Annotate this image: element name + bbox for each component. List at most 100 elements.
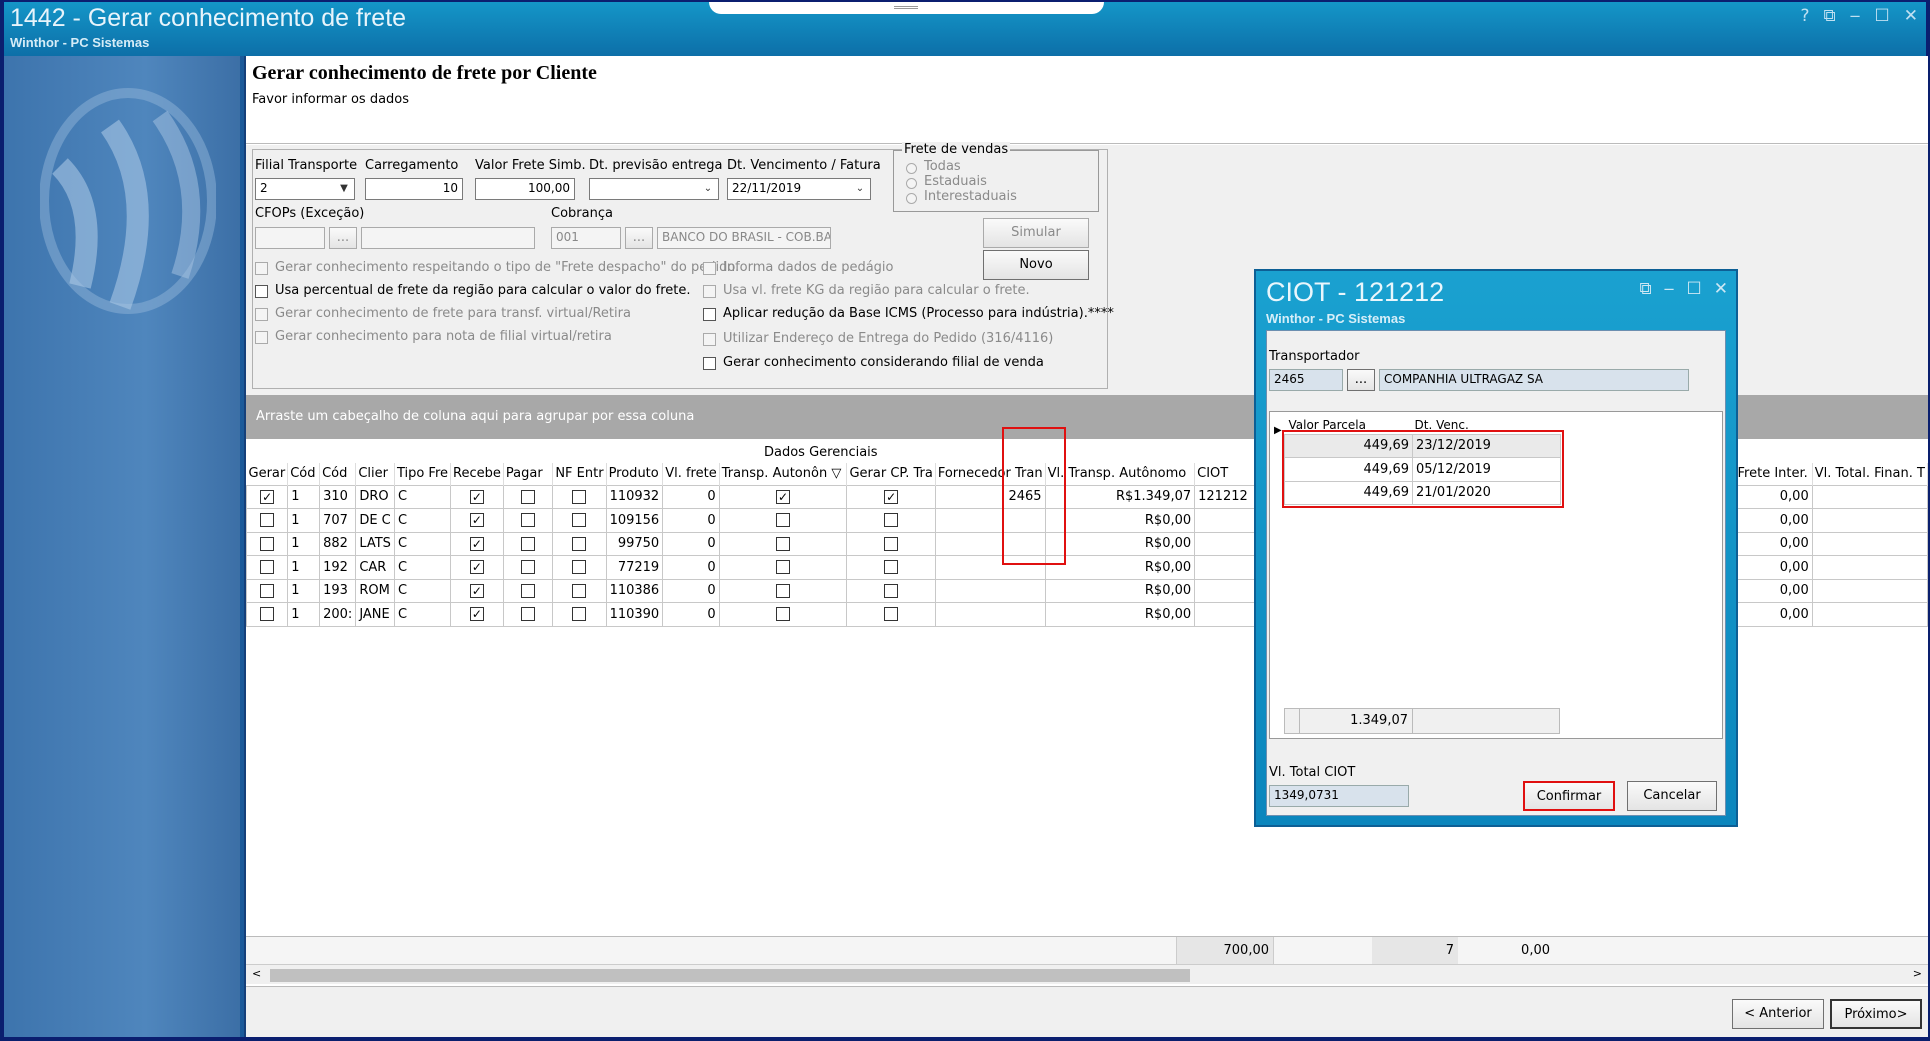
cancelar-button[interactable]: Cancelar xyxy=(1627,781,1717,811)
cobranca-code-input[interactable]: 001 xyxy=(551,227,621,249)
scroll-right-icon[interactable]: > xyxy=(1913,967,1922,980)
maximize-icon[interactable]: ☐ xyxy=(1687,279,1702,299)
dt-venc-picker[interactable]: 22/11/2019 ⌄ xyxy=(727,178,871,200)
nf-entrada-checkbox[interactable] xyxy=(572,607,587,622)
minimize-icon[interactable]: ‒ xyxy=(1664,279,1675,299)
pagar-checkbox[interactable] xyxy=(521,560,536,575)
cell-vl-frete[interactable]: 0 xyxy=(662,602,720,627)
cobranca-search-button[interactable]: ... xyxy=(625,227,653,249)
pagar-checkbox[interactable] xyxy=(521,583,536,598)
novo-button[interactable]: Novo xyxy=(983,250,1089,280)
col-gerar-cp[interactable]: Gerar CP. Tra xyxy=(846,463,936,485)
cell-cliente[interactable]: JANE xyxy=(355,602,395,627)
check-reducao-icms[interactable] xyxy=(703,308,716,321)
cell-vl-total-finan[interactable] xyxy=(1811,531,1929,556)
cell-produto[interactable]: 99750 xyxy=(605,531,664,556)
carregamento-input[interactable]: 10 xyxy=(365,178,463,200)
cell-cod1[interactable]: 1 xyxy=(287,602,321,627)
cell-vl-frete[interactable]: 0 xyxy=(662,555,720,580)
drag-handle[interactable] xyxy=(709,2,1104,14)
minimize-icon[interactable]: ‒ xyxy=(1850,6,1861,26)
cell-fornecedor[interactable] xyxy=(934,578,1046,603)
cell-vl-total-finan[interactable] xyxy=(1811,484,1929,509)
transp-autonomo-checkbox[interactable] xyxy=(776,560,791,575)
close-icon[interactable]: ✕ xyxy=(1714,279,1728,299)
radio-todas[interactable] xyxy=(906,163,917,174)
nf-entrada-checkbox[interactable] xyxy=(572,560,587,575)
cell-cliente[interactable]: LATS xyxy=(355,531,395,556)
horizontal-scrollbar[interactable]: < > xyxy=(246,964,1928,984)
previous-button[interactable]: < Anterior xyxy=(1732,999,1824,1029)
cell-tipo-frete[interactable]: C xyxy=(393,555,452,580)
gerar-checkbox[interactable] xyxy=(260,583,275,598)
cell-cliente[interactable]: CAR xyxy=(355,555,395,580)
filial-select[interactable]: 2 ▼ xyxy=(255,178,355,200)
check-filial-venda[interactable] xyxy=(703,357,716,370)
col-produto[interactable]: Produto xyxy=(606,463,664,485)
col-cod1[interactable]: Cód xyxy=(287,463,321,485)
check-pedagio[interactable] xyxy=(703,262,716,275)
dt-previsao-picker[interactable]: ⌄ xyxy=(589,178,719,200)
gerar-cp-checkbox[interactable]: ✓ xyxy=(884,489,899,504)
gerar-cp-checkbox[interactable] xyxy=(884,536,899,551)
cell-cod2[interactable]: 200: xyxy=(319,602,357,627)
gerar-checkbox[interactable] xyxy=(260,513,275,528)
cell-vl-transp[interactable]: R$0,00 xyxy=(1044,508,1196,533)
confirmar-button[interactable]: Confirmar xyxy=(1523,781,1615,811)
gerar-checkbox[interactable] xyxy=(260,536,275,551)
cell-cliente[interactable]: DE C xyxy=(355,508,395,533)
col-tipo-frete[interactable]: Tipo Fre xyxy=(394,463,452,485)
cell-cod1[interactable]: 1 xyxy=(287,484,321,509)
pagar-checkbox[interactable] xyxy=(521,536,536,551)
transportador-search-button[interactable]: ... xyxy=(1347,369,1375,391)
nf-entrada-checkbox[interactable] xyxy=(572,489,587,504)
total-ciot-value[interactable]: 1349,0731 xyxy=(1269,785,1409,807)
transp-autonomo-checkbox[interactable] xyxy=(776,536,791,551)
cell-produto[interactable]: 77219 xyxy=(605,555,664,580)
simular-button[interactable]: Simular xyxy=(983,218,1089,248)
radio-estaduais[interactable] xyxy=(906,178,917,189)
col-vl-frete[interactable]: Vl. frete xyxy=(662,463,720,485)
scroll-left-icon[interactable]: < xyxy=(252,967,261,980)
col-nf-entrada[interactable]: NF Entr xyxy=(552,463,607,485)
gerar-cp-checkbox[interactable] xyxy=(884,513,899,528)
cell-tipo-frete[interactable]: C xyxy=(393,578,452,603)
check-percentual-regiao[interactable] xyxy=(255,285,268,298)
check-endereco-entrega[interactable] xyxy=(703,333,716,346)
cell-vl-total-finan[interactable] xyxy=(1811,555,1929,580)
gerar-cp-checkbox[interactable] xyxy=(884,607,899,622)
gerar-cp-checkbox[interactable] xyxy=(884,560,899,575)
cell-tipo-frete[interactable]: C xyxy=(393,508,452,533)
col-vl-total-finan[interactable]: Vl. Total. Finan. T xyxy=(1812,463,1929,485)
scroll-thumb[interactable] xyxy=(270,969,1190,982)
col-pagar[interactable]: Pagar xyxy=(503,463,554,485)
cell-cliente[interactable]: DRO xyxy=(355,484,395,509)
cell-vl-frete[interactable]: 0 xyxy=(662,508,720,533)
check-transf-virtual[interactable] xyxy=(255,308,268,321)
cell-vl-transp[interactable]: R$0,00 xyxy=(1044,578,1196,603)
restore-icon[interactable]: ⧉ xyxy=(1824,6,1836,26)
transp-autonomo-checkbox[interactable] xyxy=(776,583,791,598)
close-icon[interactable]: ✕ xyxy=(1904,6,1918,26)
cell-tipo-frete[interactable]: C xyxy=(393,484,452,509)
cell-vl-total-finan[interactable] xyxy=(1811,602,1929,627)
next-button[interactable]: Próximo> xyxy=(1830,999,1922,1029)
cell-vl-total-finan[interactable] xyxy=(1811,578,1929,603)
cfops-search-button[interactable]: ... xyxy=(329,227,357,249)
transp-autonomo-checkbox[interactable] xyxy=(776,607,791,622)
recebe-checkbox[interactable]: ✓ xyxy=(469,560,484,575)
cell-fornecedor[interactable] xyxy=(934,602,1046,627)
cell-vl-transp[interactable]: R$0,00 xyxy=(1044,555,1196,580)
cfops-desc-input[interactable] xyxy=(361,227,535,249)
gerar-checkbox[interactable] xyxy=(260,607,275,622)
cell-cod2[interactable]: 310 xyxy=(319,484,357,509)
cell-produto[interactable]: 110932 xyxy=(605,484,664,509)
recebe-checkbox[interactable]: ✓ xyxy=(469,536,484,551)
cell-cod1[interactable]: 1 xyxy=(287,578,321,603)
check-frete-despacho[interactable] xyxy=(255,262,268,275)
cell-vl-frete[interactable]: 0 xyxy=(662,531,720,556)
maximize-icon[interactable]: ☐ xyxy=(1875,6,1890,26)
pagar-checkbox[interactable] xyxy=(521,489,536,504)
nf-entrada-checkbox[interactable] xyxy=(572,513,587,528)
cell-tipo-frete[interactable]: C xyxy=(393,602,452,627)
